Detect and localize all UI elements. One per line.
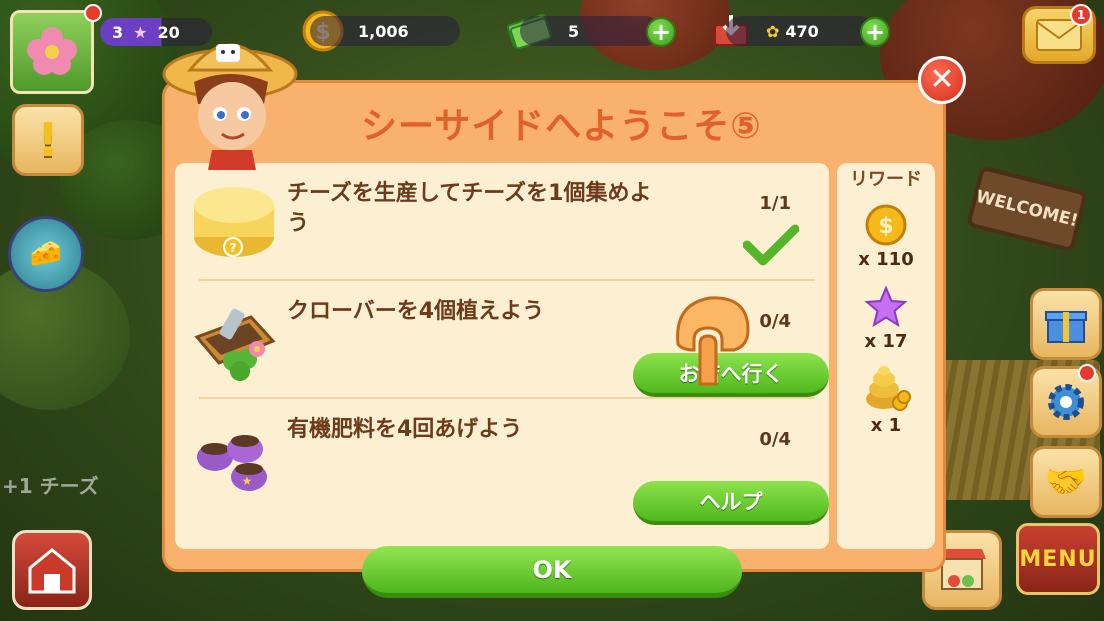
task-progress: 0/4 (759, 429, 791, 450)
mail-badge: 1 (1070, 4, 1092, 26)
reward-item: x 1 (837, 363, 935, 436)
exclamation-icon: ! (37, 113, 59, 167)
star-icon: ★ (133, 22, 148, 42)
barn-icon (28, 548, 76, 594)
reward-quantity: x 110 (858, 249, 914, 270)
beehive-icon (866, 366, 911, 411)
floating-reward-text: +1 チーズ (2, 474, 99, 498)
coins-value: 1,006 (358, 21, 409, 41)
gear-icon: ✿ (766, 21, 780, 41)
level-value: 3 (112, 22, 124, 42)
ok-button[interactable]: OK (362, 546, 742, 598)
menu-button[interactable]: MENU (1016, 523, 1100, 595)
cheese-flower-icon: 🧀 (29, 239, 63, 269)
add-storage-button[interactable]: + (860, 17, 890, 47)
cash-value: 5 (568, 21, 580, 41)
svg-text:?: ? (230, 241, 237, 255)
tutorial-hand-icon (676, 296, 750, 386)
notification-dot (84, 4, 102, 22)
reward-item: x 17 (837, 285, 935, 352)
reward-item: $ x 110 (837, 203, 935, 270)
close-button[interactable]: ✕ (918, 56, 966, 104)
task-row: ? チーズを生産してチーズを1個集めよう 1/1 (175, 163, 829, 281)
star-icon (864, 285, 908, 328)
coins-counter: 1,006 (310, 16, 460, 46)
gift-icon (1045, 311, 1087, 343)
storage-value: 470 (785, 21, 819, 41)
reward-panel: リワード $ x 110 x 17 x 1 (837, 163, 935, 549)
task-progress: 1/1 (759, 193, 791, 214)
settings-notification-dot (1078, 364, 1096, 382)
quest-alert-button[interactable]: ! (12, 104, 84, 176)
task-row: ★ 有機肥料を4回あげよう 0/4 ヘルプ (175, 399, 829, 549)
task-description: チーズを生産してチーズを1個集めよう (287, 181, 652, 236)
checkmark-icon (743, 224, 799, 266)
svg-text:$: $ (878, 214, 893, 239)
reward-header: リワード (850, 169, 922, 190)
event-timer-button[interactable]: 🧀 (8, 216, 84, 292)
fertilizer-bags-icon: ★ (197, 435, 267, 491)
cheese-icon: ? (194, 187, 274, 257)
add-cash-button[interactable]: + (646, 17, 676, 47)
farmer-character-icon (162, 43, 298, 170)
clover-planter-icon (194, 308, 276, 381)
player-avatar[interactable] (10, 10, 94, 94)
reward-quantity: x 17 (864, 331, 908, 352)
coin-icon: $ (865, 204, 907, 246)
gift-button[interactable] (1030, 288, 1102, 360)
dialog-title: シーサイドへようこそ⑤ (361, 106, 762, 147)
storage-counter: ✿ 470 (726, 16, 874, 46)
reward-quantity: x 1 (870, 415, 902, 436)
svg-text:★: ★ (242, 474, 253, 488)
handshake-icon: 🤝 (1044, 462, 1088, 502)
cash-counter: 5 (520, 16, 660, 46)
barn-button[interactable] (12, 530, 92, 610)
help-button[interactable]: ヘルプ (633, 481, 829, 525)
trade-button[interactable]: 🤝 (1030, 446, 1102, 518)
task-progress: 0/4 (759, 311, 791, 332)
task-description: 有機肥料を4回あげよう (287, 417, 523, 442)
task-description: クローバーを4個植えよう (287, 299, 545, 324)
gear-icon (1048, 384, 1084, 420)
flower-icon (27, 27, 77, 75)
